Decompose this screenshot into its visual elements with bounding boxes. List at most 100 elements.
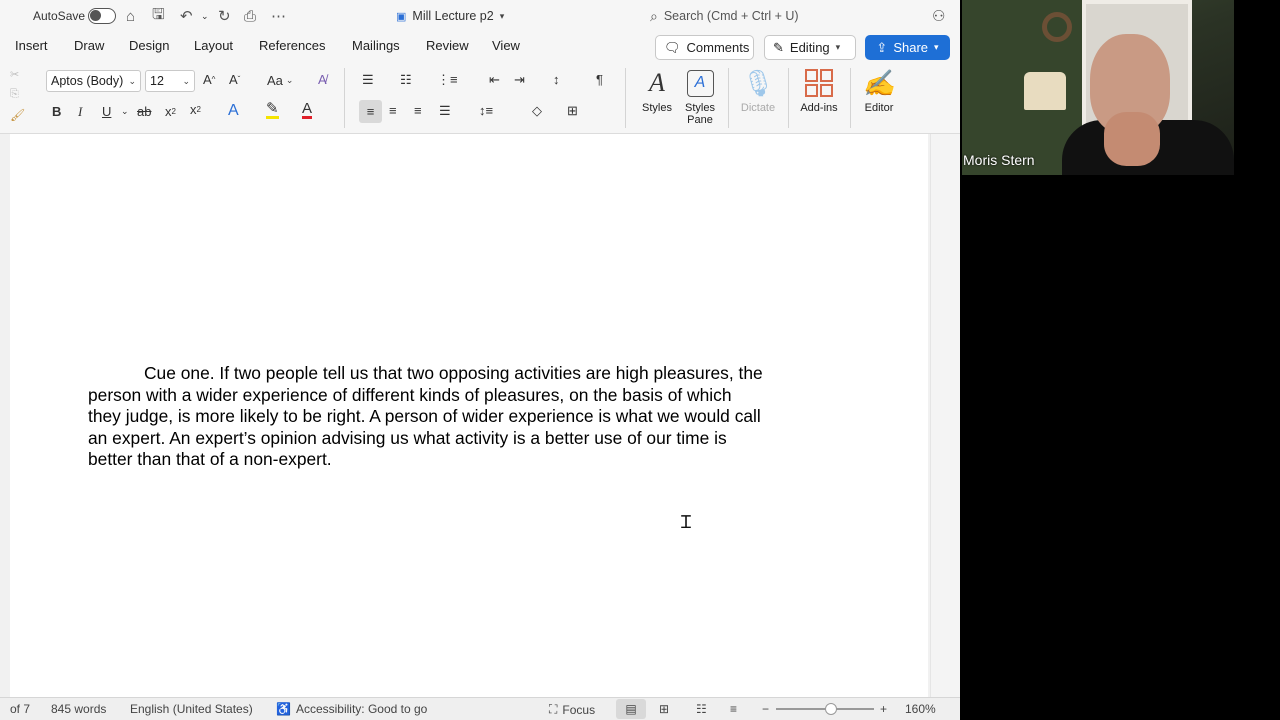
align-center-icon[interactable]: ≡: [389, 103, 397, 118]
increase-indent-icon[interactable]: ⇥: [514, 72, 525, 88]
search-placeholder: Search (Cmd + Ctrl + U): [663, 9, 799, 23]
tab-references[interactable]: References: [259, 38, 325, 53]
document-title-text: Mill Lecture p2: [412, 9, 494, 23]
font-size-select[interactable]: 12 ⌄: [145, 70, 195, 92]
borders-icon[interactable]: ⊞: [567, 103, 578, 119]
redo-icon[interactable]: ↻: [218, 0, 231, 32]
comments-button[interactable]: 🗨 Comments: [655, 35, 754, 60]
share-button[interactable]: ⇪ Share ▾: [865, 35, 950, 60]
page-count[interactable]: of 7: [10, 702, 30, 716]
outline-view-icon[interactable]: ☷: [696, 702, 707, 716]
copy-icon[interactable]: ⎘: [10, 88, 19, 101]
accessibility-icon: ♿: [276, 702, 291, 716]
video-wreath: [1042, 12, 1072, 42]
tab-layout[interactable]: Layout: [194, 38, 233, 53]
chevron-down-icon: ▾: [835, 42, 841, 52]
font-size-value: 12: [150, 74, 164, 88]
word-count[interactable]: 845 words: [51, 702, 106, 716]
autosave-label: AutoSave: [33, 9, 86, 23]
dictate-label: Dictate: [740, 102, 776, 114]
shrink-font-icon[interactable]: Aˇ: [229, 72, 240, 87]
decrease-indent-icon[interactable]: ⇤: [489, 72, 500, 88]
tab-mailings[interactable]: Mailings: [352, 38, 400, 53]
shading-icon[interactable]: ◇: [532, 103, 542, 119]
zoom-out-icon[interactable]: −: [762, 702, 769, 716]
add-ins-icon: [805, 66, 833, 100]
undo-icon[interactable]: ↶: [180, 0, 193, 32]
add-ins-button[interactable]: Add-ins: [789, 66, 849, 128]
tab-draw[interactable]: Draw: [74, 38, 104, 53]
styles-pane-label-2: Pane: [687, 114, 713, 126]
status-bar: of 7 845 words English (United States) ♿…: [0, 697, 960, 720]
editor-button[interactable]: ✍ Editor: [849, 66, 909, 128]
document-title[interactable]: ▣ Mill Lecture p2 ▾: [396, 0, 504, 32]
accessibility-status[interactable]: ♿ Accessibility: Good to go: [276, 702, 427, 716]
format-painter-icon[interactable]: 🖌: [10, 108, 25, 122]
cut-icon[interactable]: ✂: [10, 68, 19, 81]
share-people-icon[interactable]: ⚇: [932, 0, 945, 32]
font-color-icon[interactable]: A: [302, 101, 313, 119]
focus-button[interactable]: ⛶ Focus: [549, 702, 595, 717]
save-icon[interactable]: 🖫: [152, 0, 165, 32]
zoom-in-icon[interactable]: +: [880, 702, 887, 716]
chevron-down-icon: ⌄: [128, 75, 136, 86]
language-status[interactable]: English (United States): [130, 702, 253, 716]
bullets-icon[interactable]: ☰: [362, 72, 374, 88]
line-spacing-icon[interactable]: ↕≡: [479, 103, 493, 118]
separator: [625, 68, 626, 128]
undo-dropdown-icon[interactable]: ⌄: [201, 0, 209, 32]
underline-icon[interactable]: U: [102, 104, 111, 119]
paragraph-line: better than that of a non-expert.: [88, 449, 332, 470]
tab-review[interactable]: Review: [426, 38, 469, 53]
vertical-scrollbar[interactable]: [930, 134, 960, 697]
document-paragraph[interactable]: Cue one. If two people tell us that two …: [88, 363, 828, 471]
print-layout-icon[interactable]: ▤: [616, 699, 646, 719]
editing-mode-button[interactable]: ✎ Editing ▾: [764, 35, 856, 60]
subscript-icon[interactable]: x2: [165, 104, 176, 119]
autosave-toggle[interactable]: [88, 0, 116, 32]
numbering-icon[interactable]: ☷: [400, 72, 412, 88]
strikethrough-icon[interactable]: ab: [137, 104, 151, 119]
editing-label: Editing: [789, 40, 830, 55]
highlight-icon[interactable]: ✎: [266, 101, 279, 119]
dictate-button[interactable]: 🎙 Dictate: [728, 66, 788, 128]
draft-view-icon[interactable]: ≡: [730, 702, 737, 716]
text-effects-icon[interactable]: A: [228, 102, 239, 120]
superscript-icon[interactable]: x2: [190, 102, 201, 117]
search-input[interactable]: ⌕ Search (Cmd + Ctrl + U): [640, 4, 922, 28]
styles-label: Styles: [642, 102, 672, 114]
document-area: Cue one. If two people tell us that two …: [0, 134, 960, 697]
focus-label: Focus: [562, 702, 596, 717]
zoom-level[interactable]: 160%: [905, 702, 936, 716]
justify-icon[interactable]: ☰: [439, 103, 451, 119]
home-icon[interactable]: ⌂: [126, 0, 135, 32]
font-name-select[interactable]: Aptos (Body) ⌄: [46, 70, 141, 92]
align-left-icon[interactable]: ≡: [359, 100, 382, 123]
tab-insert[interactable]: Insert: [15, 38, 48, 53]
zoom-slider-handle[interactable]: [825, 703, 837, 715]
align-right-icon[interactable]: ≡: [414, 103, 422, 118]
word-window: AutoSave ⌂ 🖫 ↶ ⌄ ↻ ⎙ ⋯ ▣ Mill Lecture p2…: [0, 0, 960, 720]
chevron-down-icon: ⌄: [285, 75, 294, 85]
sort-icon[interactable]: ↕: [553, 72, 560, 87]
italic-icon[interactable]: I: [78, 104, 82, 120]
clear-formatting-icon[interactable]: A̸: [318, 72, 327, 87]
print-icon[interactable]: ⎙: [244, 0, 256, 32]
show-formatting-icon[interactable]: ¶: [596, 72, 603, 87]
web-layout-icon[interactable]: ⊞: [659, 702, 669, 716]
change-case-button[interactable]: Aa ⌄: [267, 73, 293, 88]
styles-pane-button[interactable]: A Styles Pane: [670, 66, 730, 128]
chevron-down-icon[interactable]: ⌄: [121, 106, 129, 117]
bold-icon[interactable]: B: [52, 104, 61, 119]
chevron-down-icon: ▾: [934, 42, 939, 52]
share-icon: ⇪: [876, 39, 888, 55]
tab-view[interactable]: View: [492, 38, 520, 53]
more-icon[interactable]: ⋯: [271, 0, 286, 32]
document-page[interactable]: Cue one. If two people tell us that two …: [10, 134, 928, 697]
tab-design[interactable]: Design: [129, 38, 169, 53]
share-label: Share: [893, 40, 929, 55]
multilevel-list-icon[interactable]: ⋮≡: [437, 72, 458, 88]
pencil-icon: ✎: [773, 39, 784, 55]
grow-font-icon[interactable]: A ^: [203, 72, 215, 87]
chevron-down-icon: ▾: [499, 10, 505, 21]
